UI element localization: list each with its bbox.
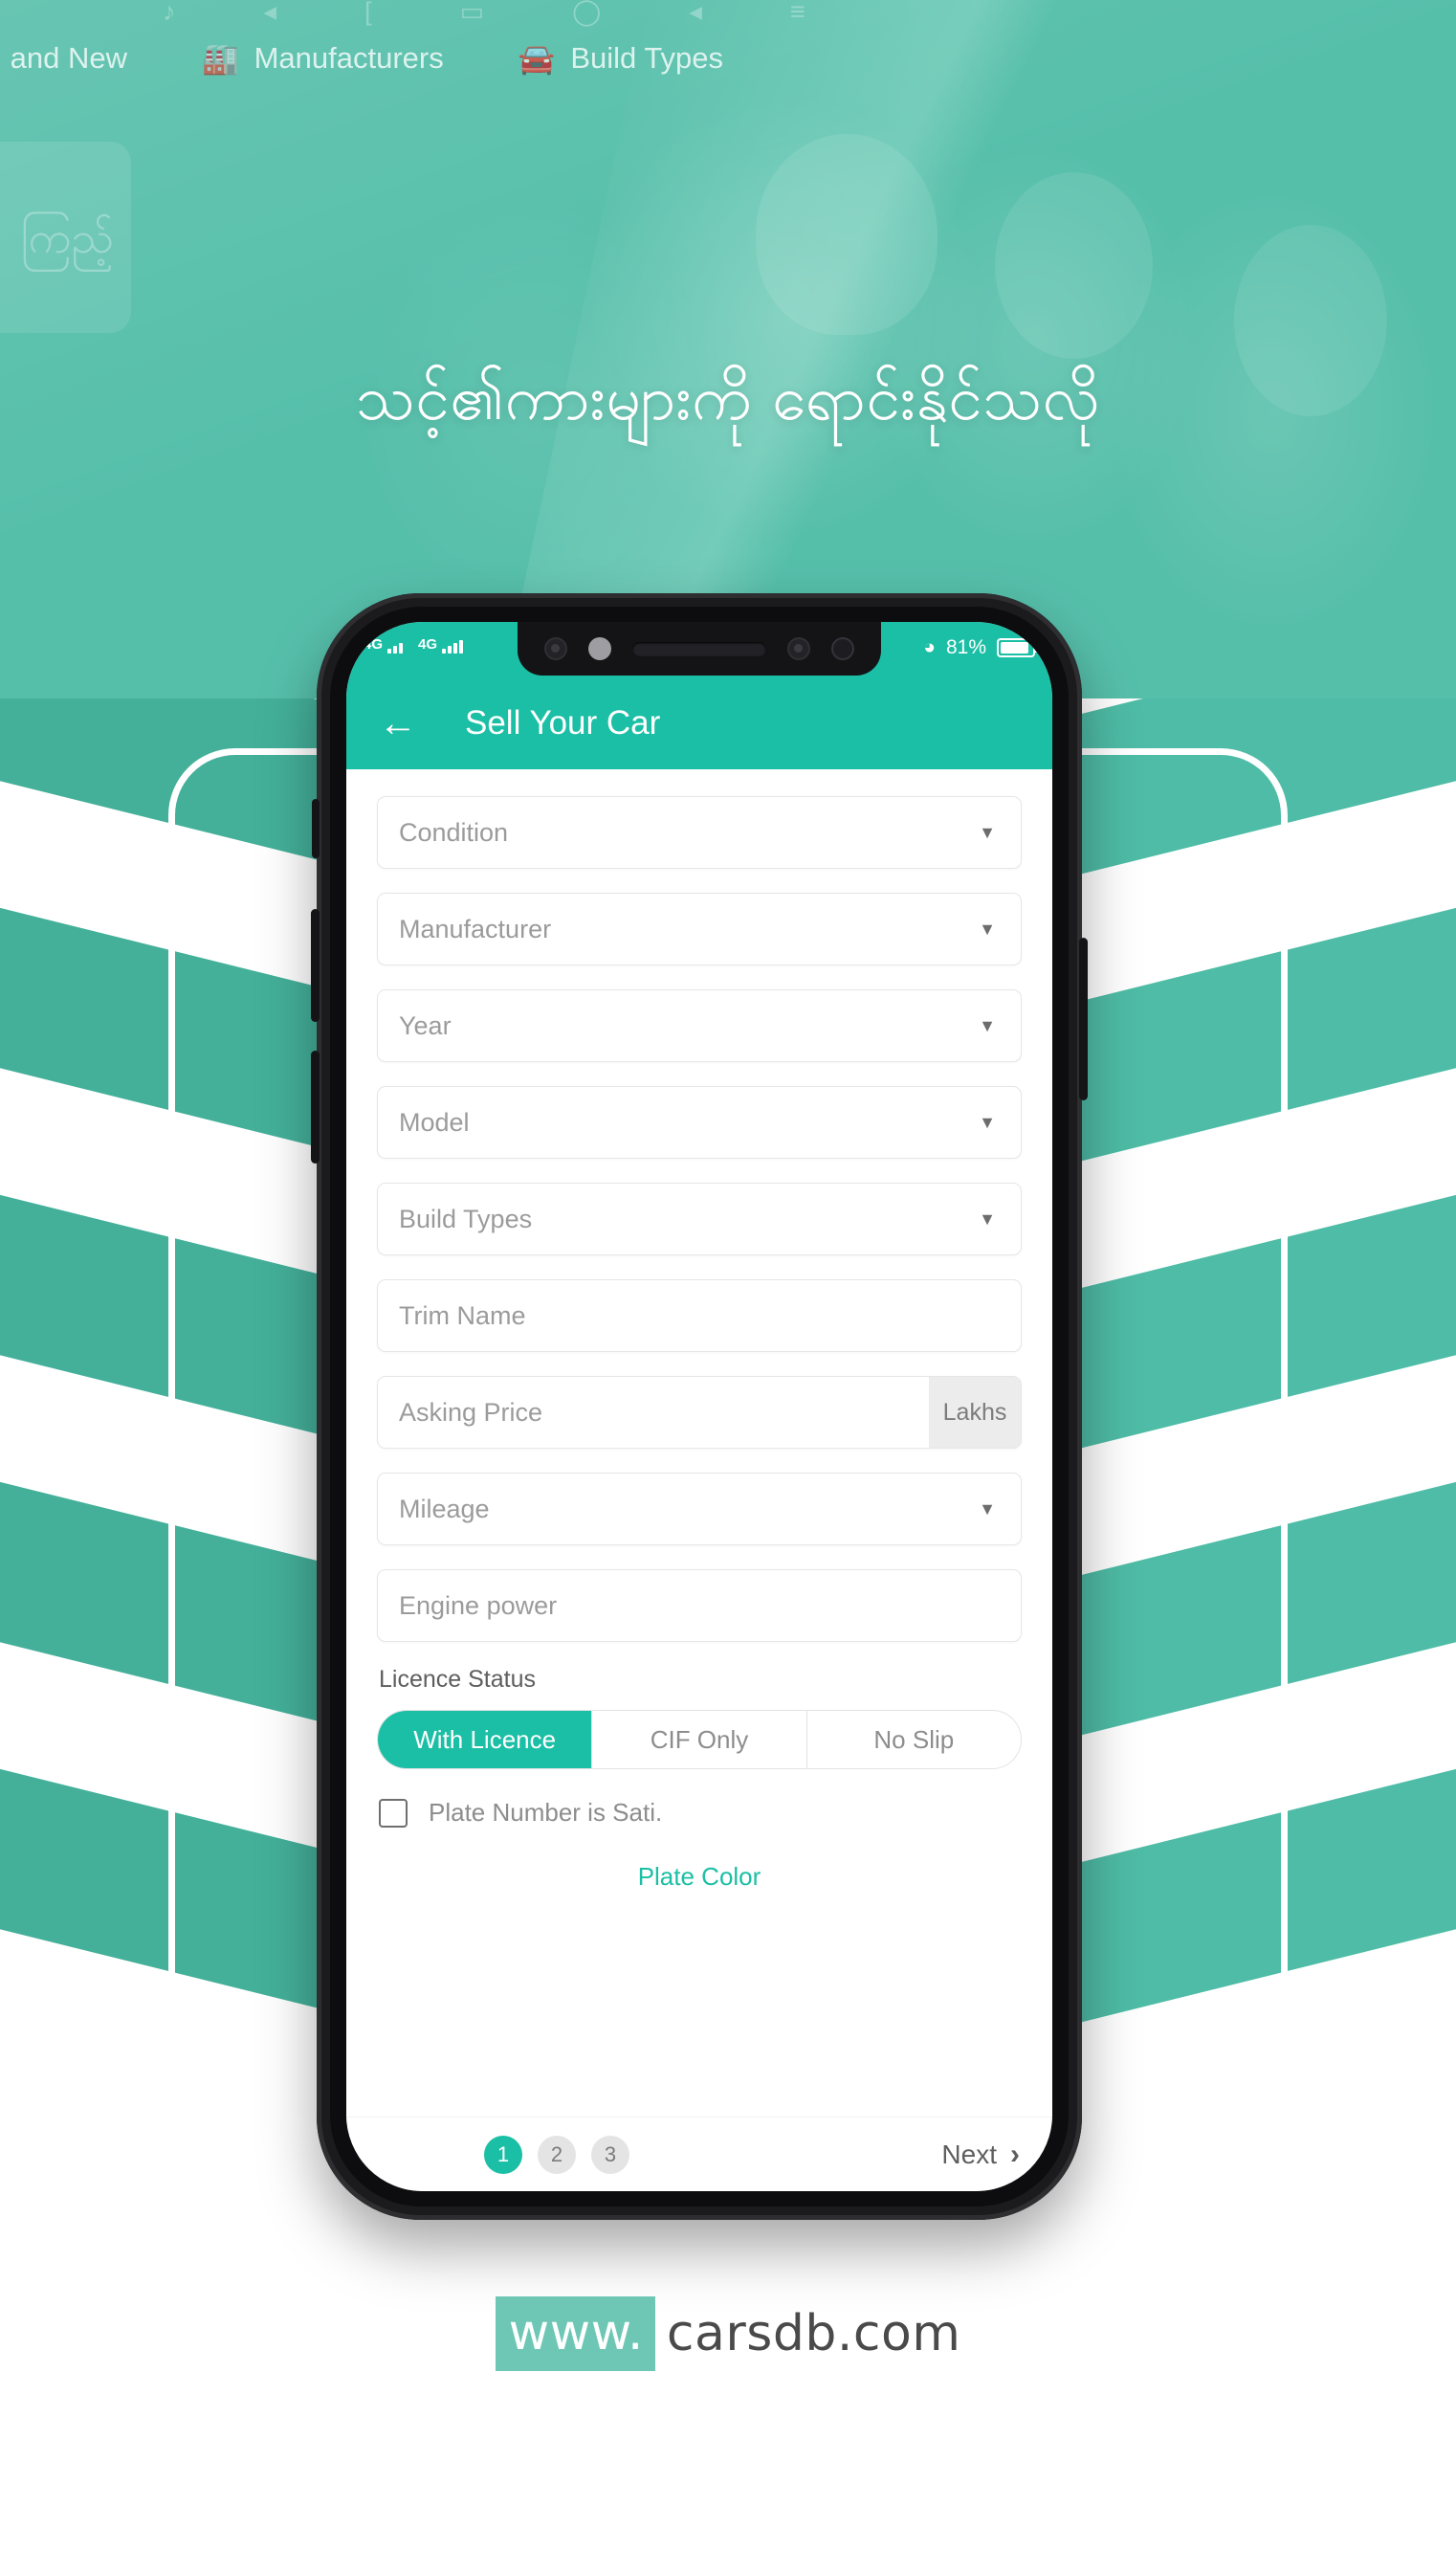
field-model-placeholder: Model bbox=[399, 1107, 470, 1137]
phone-mockup: 4G 4G ◕ 81% ← Sell Your Car Condition ▼ … bbox=[311, 593, 1088, 2220]
field-year-placeholder: Year bbox=[399, 1010, 452, 1040]
chevron-down-icon: ▼ bbox=[979, 1209, 996, 1229]
battery-percent: 81% bbox=[945, 635, 986, 658]
light-sensor-icon bbox=[831, 637, 854, 660]
tag-icon: ◯ bbox=[572, 0, 602, 26]
next-button-label: Next bbox=[941, 2139, 997, 2169]
network-type-sim1: 4G bbox=[364, 636, 384, 653]
field-asking-price-placeholder: Asking Price bbox=[399, 1397, 543, 1427]
phone-button-silent bbox=[312, 799, 320, 858]
field-trim-name[interactable]: Trim Name bbox=[377, 1279, 1022, 1352]
field-build-types-placeholder: Build Types bbox=[399, 1204, 533, 1233]
proximity-sensor-icon bbox=[588, 637, 611, 660]
play-icon: ◂ bbox=[689, 0, 702, 26]
field-engine-power[interactable]: Engine power bbox=[377, 1569, 1022, 1642]
sell-car-form: Condition ▼ Manufacturer ▼ Year ▼ Model … bbox=[346, 769, 1052, 2117]
factory-car-icon: 🏭 bbox=[201, 41, 239, 76]
step-indicator[interactable]: 1 2 3 bbox=[379, 2135, 629, 2174]
status-bar-left: 4G 4G bbox=[364, 636, 464, 660]
battery-icon bbox=[997, 637, 1038, 657]
field-trim-name-placeholder: Trim Name bbox=[399, 1300, 526, 1330]
signal-bars-sim2 bbox=[442, 640, 464, 654]
top-icon-strip: ♪ ◂ [ ▭ ◯ ◂ ≡ bbox=[0, 0, 1456, 31]
chevron-down-icon: ▼ bbox=[979, 1016, 996, 1035]
nav-item-manufacturers[interactable]: 🏭 Manufacturers bbox=[202, 41, 444, 77]
earpiece-speaker bbox=[632, 641, 766, 656]
car-body-icon: 🚘 bbox=[518, 41, 556, 76]
back-arrow-icon[interactable]: ← bbox=[379, 704, 417, 743]
front-camera-icon bbox=[544, 637, 567, 660]
nav-label-manufacturers: Manufacturers bbox=[254, 41, 444, 75]
secondary-camera-icon bbox=[787, 637, 810, 660]
status-bar-right: ◕ 81% bbox=[923, 635, 1038, 664]
licence-option-cif-only[interactable]: CIF Only bbox=[592, 1711, 807, 1768]
speaker-icon: ◂ bbox=[263, 0, 277, 26]
signal-bars-sim1 bbox=[387, 643, 404, 654]
site-top-nav[interactable]: 🚗 and New 🏭 Manufacturers 🚘 Build Types bbox=[0, 34, 1456, 82]
ghost-card-text: ကြည့် bbox=[20, 212, 114, 262]
signal-sim1: 4G bbox=[364, 636, 404, 654]
chevron-right-icon: › bbox=[1010, 2138, 1020, 2170]
footer-website-url: www. carsdb.com bbox=[0, 2296, 1456, 2371]
step-dot-1[interactable]: 1 bbox=[484, 2135, 522, 2174]
phone-screen: 4G 4G ◕ 81% ← Sell Your Car Condition ▼ … bbox=[346, 622, 1052, 2191]
phone-button-volume-up bbox=[311, 909, 320, 1022]
field-build-types[interactable]: Build Types ▼ bbox=[377, 1183, 1022, 1255]
phone-button-power bbox=[1079, 938, 1088, 1100]
network-type-sim2: 4G bbox=[418, 636, 438, 653]
phone-notch bbox=[518, 622, 881, 676]
ghost-card: ကြည့် bbox=[0, 142, 131, 333]
chevron-down-icon: ▼ bbox=[979, 823, 996, 842]
phone-button-volume-down bbox=[311, 1051, 320, 1164]
plate-number-checkbox[interactable] bbox=[379, 1798, 408, 1828]
footer-band bbox=[0, 2210, 1456, 2572]
music-note-icon: ♪ bbox=[163, 0, 176, 26]
url-domain: carsdb.com bbox=[666, 2305, 961, 2362]
hero-person-2 bbox=[995, 172, 1153, 359]
licence-status-segmented-control[interactable]: With Licence CIF Only No Slip bbox=[377, 1710, 1022, 1769]
nav-label-brand-new: and New bbox=[10, 41, 127, 75]
car-top-icon: ▭ bbox=[459, 0, 485, 26]
nav-label-build-types: Build Types bbox=[570, 41, 724, 75]
wifi-icon: ◕ bbox=[923, 636, 936, 658]
form-bottom-bar: 1 2 3 Next › bbox=[346, 2117, 1052, 2191]
field-manufacturer[interactable]: Manufacturer ▼ bbox=[377, 893, 1022, 965]
chevron-down-icon: ▼ bbox=[979, 1499, 996, 1519]
field-asking-price-unit: Lakhs bbox=[929, 1377, 1021, 1448]
bracket-icon: [ bbox=[364, 0, 372, 26]
list-icon: ≡ bbox=[789, 0, 805, 26]
plate-number-checkbox-row[interactable]: Plate Number is Sati. bbox=[379, 1798, 1022, 1828]
licence-status-label: Licence Status bbox=[379, 1666, 536, 1693]
plate-number-checkbox-label: Plate Number is Sati. bbox=[429, 1798, 663, 1827]
url-prefix: www. bbox=[495, 2296, 655, 2371]
field-condition[interactable]: Condition ▼ bbox=[377, 796, 1022, 869]
field-engine-power-placeholder: Engine power bbox=[399, 1590, 558, 1620]
phone-body: 4G 4G ◕ 81% ← Sell Your Car Condition ▼ … bbox=[311, 593, 1088, 2220]
signal-sim2: 4G bbox=[418, 636, 464, 654]
chevron-down-icon: ▼ bbox=[979, 1113, 996, 1132]
app-bar: ← Sell Your Car bbox=[346, 677, 1052, 769]
licence-option-with-licence[interactable]: With Licence bbox=[378, 1711, 593, 1768]
step-dot-3[interactable]: 3 bbox=[591, 2135, 629, 2174]
field-condition-placeholder: Condition bbox=[399, 817, 509, 847]
nav-item-build-types[interactable]: 🚘 Build Types bbox=[518, 41, 723, 77]
field-manufacturer-placeholder: Manufacturer bbox=[399, 914, 552, 943]
chevron-down-icon: ▼ bbox=[979, 920, 996, 939]
licence-option-no-slip[interactable]: No Slip bbox=[807, 1711, 1021, 1768]
hero-headline: သင့်၏ကားများကို ရောင်းနိုင်သလို bbox=[355, 364, 1101, 434]
field-model[interactable]: Model ▼ bbox=[377, 1086, 1022, 1159]
nav-item-brand-new[interactable]: 🚗 and New bbox=[0, 41, 127, 77]
plate-color-label: Plate Color bbox=[637, 1862, 761, 1891]
step-dot-2[interactable]: 2 bbox=[538, 2135, 576, 2174]
hero-person-1 bbox=[756, 134, 938, 335]
page-title: Sell Your Car bbox=[465, 704, 661, 742]
field-mileage[interactable]: Mileage ▼ bbox=[377, 1473, 1022, 1545]
field-year[interactable]: Year ▼ bbox=[377, 989, 1022, 1062]
field-asking-price[interactable]: Asking Price Lakhs bbox=[377, 1376, 1022, 1449]
next-button[interactable]: Next › bbox=[941, 2139, 1020, 2171]
field-mileage-placeholder: Mileage bbox=[399, 1494, 490, 1523]
